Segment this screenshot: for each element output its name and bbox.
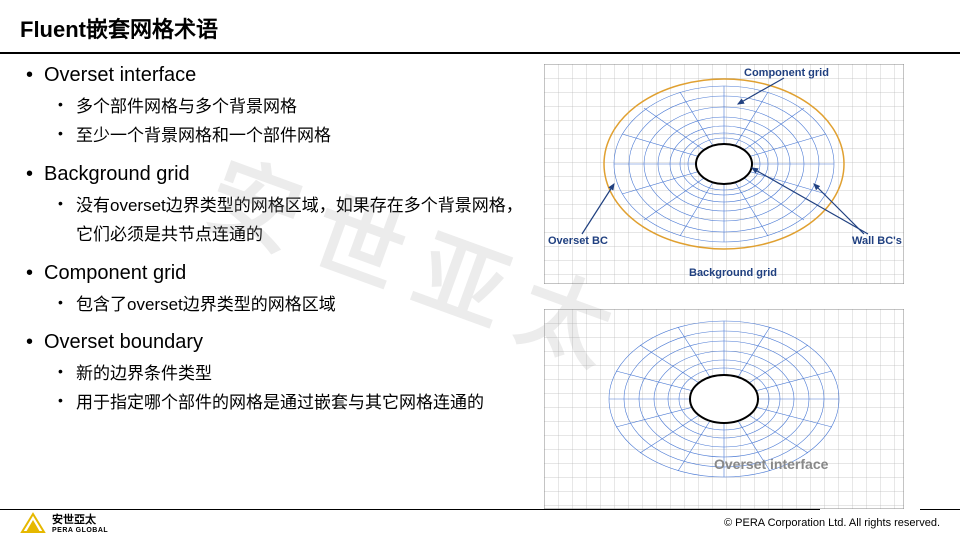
logo-text-sub: PERA GLOBAL [52,527,108,534]
sub-item: 用于指定哪个部件的网格是通过嵌套与其它网格连通的 [20,389,534,418]
label-overset-interface: Overset interface [714,456,829,472]
bullet-list: Overset interface 多个部件网格与多个背景网格 至少一个背景网格… [20,64,534,418]
copyright: © PERA Corporation Ltd. All rights reser… [724,517,940,529]
logo-icon [20,512,46,534]
logo: 安世亞太 PERA GLOBAL [20,511,108,534]
sub-item: 包含了overset边界类型的网格区域 [20,291,534,320]
list-item: Component grid 包含了overset边界类型的网格区域 [20,262,534,320]
sub-item: 至少一个背景网格和一个部件网格 [20,122,534,151]
sub-item: 没有overset边界类型的网格区域，如果存在多个背景网格，它们必须是共节点连通… [20,192,534,250]
label-overset-bc: Overset BC [548,235,608,247]
bullet-heading: Background grid [20,163,534,186]
list-item: Background grid 没有overset边界类型的网格区域，如果存在多… [20,163,534,250]
label-component-grid: Component grid [744,67,829,79]
bullet-heading: Overset interface [20,64,534,87]
content-wrap: Overset interface 多个部件网格与多个背景网格 至少一个背景网格… [0,64,960,534]
bullet-heading: Component grid [20,262,534,285]
bullet-heading: Overset boundary [20,331,534,354]
sub-item: 新的边界条件类型 [20,360,534,389]
label-background-grid: Background grid [689,267,777,279]
footer: 安世亞太 PERA GLOBAL © PERA Corporation Ltd.… [0,511,960,534]
diagram-bottom: Overset interface [544,309,940,514]
slide-title: Fluent嵌套网格术语 [0,0,960,54]
label-wall-bc: Wall BC's [852,235,902,247]
logo-text-main: 安世亞太 [52,514,96,526]
list-item: Overset boundary 新的边界条件类型 用于指定哪个部件的网格是通过… [20,331,534,418]
list-item: Overset interface 多个部件网格与多个背景网格 至少一个背景网格… [20,64,534,151]
left-column: Overset interface 多个部件网格与多个背景网格 至少一个背景网格… [20,64,544,534]
footer-rule [0,509,820,510]
right-column: Component grid Overset BC Wall BC's Back… [544,64,940,534]
footer-rule-right [920,509,960,510]
sub-item: 多个部件网格与多个背景网格 [20,93,534,122]
diagram-top: Component grid Overset BC Wall BC's Back… [544,64,940,289]
